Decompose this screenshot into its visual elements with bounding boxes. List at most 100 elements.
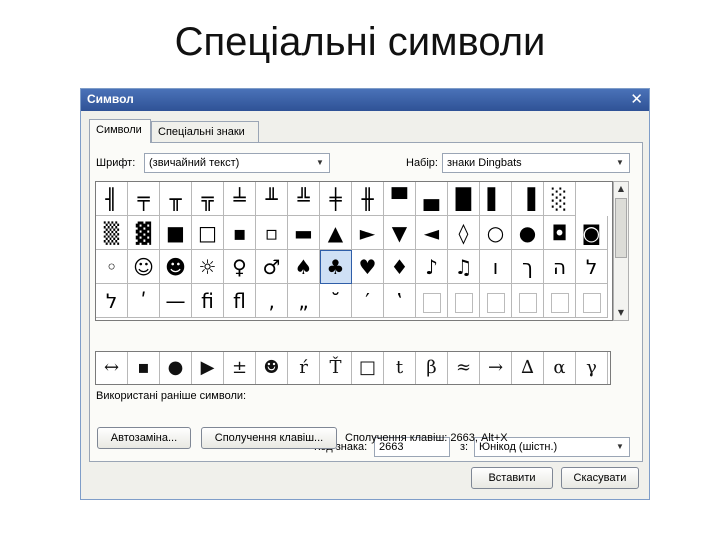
symbol-cell[interactable]: ▄ xyxy=(416,182,448,216)
recent-symbol-cell[interactable]: ☻ xyxy=(256,352,288,384)
symbol-cell[interactable]: ‛ xyxy=(384,284,416,318)
symbol-cell[interactable]: ◙ xyxy=(576,216,608,250)
symbol-cell[interactable]: ♪ xyxy=(416,250,448,284)
recent-symbol-cell[interactable]: γ xyxy=(576,352,608,384)
symbol-cell[interactable] xyxy=(512,284,544,318)
tab-symbols[interactable]: Символи xyxy=(89,119,151,143)
symbol-cell[interactable] xyxy=(416,284,448,318)
symbol-cell[interactable]: ה xyxy=(544,250,576,284)
symbol-cell-selected[interactable]: ♣ xyxy=(320,250,352,284)
symbol-cell[interactable]: █ xyxy=(448,182,480,216)
symbol-cell[interactable]: ► xyxy=(352,216,384,250)
symbol-cell[interactable]: ‚ xyxy=(256,284,288,318)
symbol-cell[interactable]: ▀ xyxy=(384,182,416,216)
font-label: Шрифт: xyxy=(96,157,136,169)
font-value: (звичайний текст) xyxy=(149,157,240,169)
symbol-cell[interactable]: ♠ xyxy=(288,250,320,284)
symbol-cell[interactable]: ☺ xyxy=(128,250,160,284)
cancel-button[interactable]: Скасувати xyxy=(561,467,639,489)
recent-symbol-cell[interactable]: β xyxy=(416,352,448,384)
symbol-cell[interactable] xyxy=(480,284,512,318)
recent-symbol-cell[interactable]: ● xyxy=(160,352,192,384)
close-icon[interactable]: ✕ xyxy=(630,90,643,108)
symbol-cell[interactable] xyxy=(576,284,608,318)
recent-symbol-cell[interactable]: ∆ xyxy=(512,352,544,384)
subset-label: Набір: xyxy=(406,157,438,169)
symbol-cell[interactable]: ▬ xyxy=(288,216,320,250)
symbol-cell[interactable]: ˘ xyxy=(320,284,352,318)
symbol-cell[interactable]: ■ xyxy=(160,216,192,250)
dialog-titlebar[interactable]: Символ ✕ xyxy=(81,89,649,111)
symbol-cell[interactable]: ╩ xyxy=(288,182,320,216)
subset-select[interactable]: знаки Dingbats ▼ xyxy=(442,153,630,173)
symbol-grid-scrollbar[interactable]: ▲ ▼ xyxy=(613,181,629,321)
symbol-cell[interactable]: ◄ xyxy=(416,216,448,250)
symbol-cell[interactable]: ◊ xyxy=(448,216,480,250)
font-select[interactable]: (звичайний текст) ▼ xyxy=(144,153,330,173)
chevron-down-icon[interactable]: ▼ xyxy=(613,156,627,170)
symbol-cell[interactable]: ▪ xyxy=(224,216,256,250)
recent-symbol-cell[interactable]: Ť xyxy=(320,352,352,384)
symbol-cell[interactable]: ﬂ xyxy=(224,284,256,318)
symbol-cell[interactable]: ╪ xyxy=(320,182,352,216)
symbol-cell[interactable]: ╤ xyxy=(128,182,160,216)
symbol-cell[interactable]: ▓ xyxy=(128,216,160,250)
symbol-cell[interactable]: ◦ xyxy=(96,250,128,284)
symbol-cell[interactable]: ☼ xyxy=(192,250,224,284)
symbol-cell[interactable]: ╨ xyxy=(256,182,288,216)
symbol-cell[interactable]: ◘ xyxy=(544,216,576,250)
recent-symbol-cell[interactable]: → xyxy=(480,352,512,384)
symbol-cell[interactable]: ▫ xyxy=(256,216,288,250)
symbol-cell[interactable]: ʹ xyxy=(128,284,160,318)
shortcut-key-button[interactable]: Сполучення клавіш... xyxy=(201,427,337,449)
symbol-cell[interactable]: ▲ xyxy=(320,216,352,250)
tab-special-characters[interactable]: Спеціальні знаки xyxy=(151,121,259,143)
symbol-cell[interactable]: ░ xyxy=(544,182,576,216)
recent-symbol-cell[interactable]: ▶ xyxy=(192,352,224,384)
symbol-cell[interactable]: ╥ xyxy=(160,182,192,216)
symbol-cell[interactable]: ′ xyxy=(352,284,384,318)
symbol-cell[interactable]: ♫ xyxy=(448,250,480,284)
symbol-cell[interactable]: ♀ xyxy=(224,250,256,284)
symbol-cell[interactable]: ▒ xyxy=(96,216,128,250)
symbol-cell[interactable]: ╧ xyxy=(224,182,256,216)
autocorrect-button[interactable]: Автозаміна... xyxy=(97,427,191,449)
symbol-cell[interactable] xyxy=(448,284,480,318)
recent-symbol-cell[interactable]: □ xyxy=(352,352,384,384)
symbol-cell[interactable]: — xyxy=(160,284,192,318)
symbol-cell[interactable]: ☻ xyxy=(160,250,192,284)
symbol-cell[interactable]: ♂ xyxy=(256,250,288,284)
symbol-cell[interactable]: ▼ xyxy=(384,216,416,250)
recent-symbol-cell[interactable]: ŕ xyxy=(288,352,320,384)
recent-symbol-cell[interactable]: α xyxy=(544,352,576,384)
symbol-cell[interactable]: ○ xyxy=(480,216,512,250)
symbol-cell[interactable]: ╫ xyxy=(352,182,384,216)
symbol-grid: ╢ ╤ ╥ ╦ ╧ ╨ ╩ ╪ ╫ ▀ ▄ █ ▌ ▐ ░ ▒ ▓ ■ □ ▪ ▫ ▬ ▲ ► ▼ ◄ ◊ ○ ● ◘ ◙ ◦ ☺ ☻ ☼ ♀ ♂ ♠ ♣ ♥… xyxy=(95,181,613,321)
symbol-cell[interactable]: ﬁ xyxy=(192,284,224,318)
symbol-cell[interactable]: ♥ xyxy=(352,250,384,284)
symbol-cell[interactable]: ל xyxy=(96,284,128,318)
recent-symbol-cell[interactable]: ↔ xyxy=(96,352,128,384)
symbol-cell[interactable]: □ xyxy=(192,216,224,250)
symbol-cell[interactable]: ╢ xyxy=(96,182,128,216)
symbol-cell[interactable]: ╦ xyxy=(192,182,224,216)
symbol-cell[interactable]: ♦ xyxy=(384,250,416,284)
recent-symbol-cell[interactable]: ± xyxy=(224,352,256,384)
insert-button[interactable]: Вставити xyxy=(471,467,553,489)
scroll-up-icon[interactable]: ▲ xyxy=(614,182,628,196)
symbol-cell[interactable]: ● xyxy=(512,216,544,250)
recent-symbol-cell[interactable]: ▪ xyxy=(128,352,160,384)
symbol-cell[interactable] xyxy=(544,284,576,318)
recent-symbol-cell[interactable]: ≈ xyxy=(448,352,480,384)
symbol-cell[interactable]: ▐ xyxy=(512,182,544,216)
symbol-cell[interactable]: ו xyxy=(480,250,512,284)
scroll-down-icon[interactable]: ▼ xyxy=(614,306,628,320)
symbol-cell[interactable]: ל xyxy=(576,250,608,284)
recent-symbol-cell[interactable]: t xyxy=(384,352,416,384)
chevron-down-icon[interactable]: ▼ xyxy=(613,440,627,454)
chevron-down-icon[interactable]: ▼ xyxy=(313,156,327,170)
symbol-cell[interactable]: „ xyxy=(288,284,320,318)
symbol-cell[interactable]: ▌ xyxy=(480,182,512,216)
scroll-thumb[interactable] xyxy=(615,198,627,258)
symbol-cell[interactable]: ך xyxy=(512,250,544,284)
